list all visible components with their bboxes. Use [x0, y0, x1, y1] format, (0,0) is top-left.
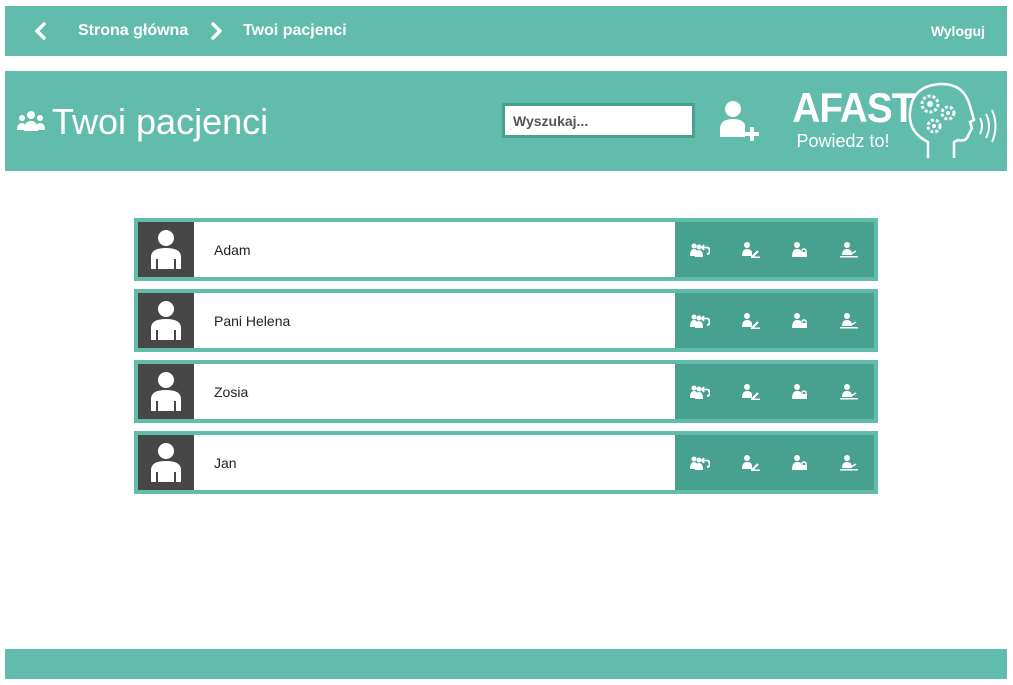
patient-sign-button[interactable] [824, 435, 874, 490]
add-user-icon[interactable] [717, 99, 761, 145]
avatar [138, 364, 194, 419]
patient-list: Adam Pani Helena Zosia Jan [134, 218, 878, 502]
users-return-icon [689, 314, 710, 328]
patient-return-button[interactable] [675, 293, 725, 348]
patient-edit-button[interactable] [725, 222, 775, 277]
patient-sign-button[interactable] [824, 364, 874, 419]
user-lock-icon [792, 454, 808, 470]
chevron-left-icon[interactable] [31, 21, 51, 41]
patient-actions [675, 364, 874, 419]
users-return-icon [689, 243, 710, 257]
chevron-right-icon [211, 22, 222, 40]
patient-return-button[interactable] [675, 364, 725, 419]
user-avatar-icon [151, 229, 181, 269]
breadcrumb-current: Twoi pacjenci [243, 22, 347, 39]
page-header: Twoi pacjenci AFAST Powiedz to! [5, 71, 1007, 171]
user-edit-icon [741, 312, 760, 329]
brand-logo: AFAST Powiedz to! [788, 84, 915, 157]
users-return-icon [689, 385, 710, 399]
user-lock-icon [792, 383, 808, 399]
avatar [138, 222, 194, 277]
users-return-icon [689, 456, 710, 470]
patient-row[interactable]: Jan [134, 431, 878, 494]
page-footer [5, 649, 1007, 679]
patient-lock-button[interactable] [775, 293, 825, 348]
head-gears-icon [908, 82, 997, 158]
patient-actions [675, 222, 874, 277]
page-title: Twoi pacjenci [52, 101, 269, 142]
user-avatar-icon [151, 371, 181, 411]
patient-actions [675, 293, 874, 348]
brand-name: AFAST [792, 84, 915, 131]
patient-return-button[interactable] [675, 222, 725, 277]
user-edit-icon [741, 241, 760, 258]
breadcrumb-home-link[interactable]: Strona główna [78, 22, 188, 40]
user-avatar-icon [151, 300, 181, 340]
patient-edit-button[interactable] [725, 364, 775, 419]
patient-edit-button[interactable] [725, 293, 775, 348]
patient-lock-button[interactable] [775, 364, 825, 419]
user-avatar-icon [151, 442, 181, 482]
search-input[interactable] [502, 103, 695, 138]
patient-return-button[interactable] [675, 435, 725, 490]
patient-row[interactable]: Pani Helena [134, 289, 878, 352]
user-sign-icon [840, 312, 859, 328]
patient-edit-button[interactable] [725, 435, 775, 490]
users-group-icon [17, 111, 45, 131]
patient-row[interactable]: Zosia [134, 360, 878, 423]
brand-tagline: Powiedz to! [796, 131, 890, 151]
top-navigation-bar: Strona główna Twoi pacjenci Wyloguj [5, 6, 1007, 56]
patient-name: Pani Helena [214, 312, 291, 329]
patient-sign-button[interactable] [824, 293, 874, 348]
avatar [138, 293, 194, 348]
patient-name: Zosia [214, 383, 249, 400]
patient-lock-button[interactable] [775, 435, 825, 490]
patient-lock-button[interactable] [775, 222, 825, 277]
patient-actions [675, 435, 874, 490]
patient-row[interactable]: Adam [134, 218, 878, 281]
user-sign-icon [840, 454, 859, 470]
user-sign-icon [840, 383, 859, 399]
patient-name: Jan [214, 454, 237, 471]
logout-link[interactable]: Wyloguj [931, 23, 985, 39]
patient-name: Adam [214, 241, 251, 258]
patient-sign-button[interactable] [824, 222, 874, 277]
user-edit-icon [741, 383, 760, 400]
user-sign-icon [840, 241, 859, 257]
user-lock-icon [792, 312, 808, 328]
avatar [138, 435, 194, 490]
user-edit-icon [741, 454, 760, 471]
user-lock-icon [792, 241, 808, 257]
